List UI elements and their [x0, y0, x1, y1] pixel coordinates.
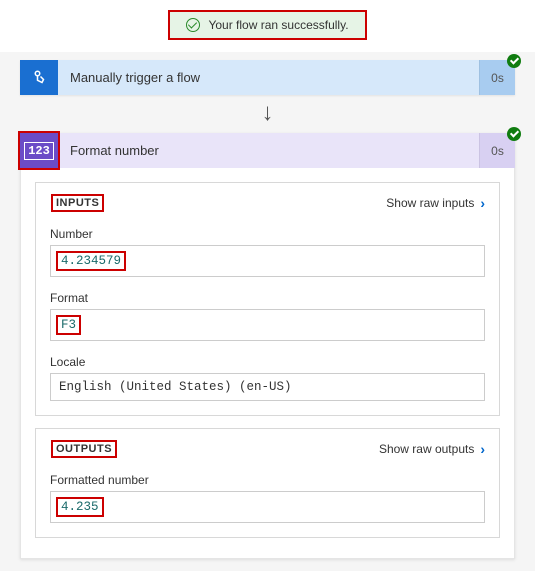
chevron-right-icon: ›: [480, 195, 485, 211]
outputs-label: OUTPUTS: [50, 439, 118, 459]
action-card: 123 Format number 0s INPUTS Show raw inp…: [20, 133, 515, 559]
action-body: INPUTS Show raw inputs › Number 4.234579…: [20, 168, 515, 559]
outputs-section: OUTPUTS Show raw outputs › Formatted num…: [35, 428, 500, 538]
success-indicator-icon: [507, 54, 521, 68]
trigger-title: Manually trigger a flow: [58, 60, 479, 95]
success-banner: Your flow ran successfully.: [168, 10, 366, 40]
field-locale: Locale English (United States) (en-US): [50, 355, 485, 401]
arrow-down-icon: ↓: [262, 99, 274, 127]
check-circle-icon: [186, 18, 200, 32]
banner-area: Your flow ran successfully.: [0, 0, 535, 52]
inputs-section: INPUTS Show raw inputs › Number 4.234579…: [35, 182, 500, 416]
success-indicator-icon: [507, 127, 521, 141]
trigger-card[interactable]: Manually trigger a flow 0s: [20, 60, 515, 95]
action-header[interactable]: 123 Format number 0s: [20, 133, 515, 168]
action-title: Format number: [58, 133, 479, 168]
inputs-label: INPUTS: [50, 193, 105, 213]
touch-icon: [20, 60, 58, 95]
number-icon: 123: [20, 133, 58, 168]
show-raw-outputs-link[interactable]: Show raw outputs ›: [379, 441, 485, 457]
flow-canvas: Manually trigger a flow 0s ↓ 123 Format …: [0, 52, 535, 571]
field-label-locale: Locale: [50, 355, 485, 369]
field-label-formatted: Formatted number: [50, 473, 485, 487]
field-value-format: F3: [50, 309, 485, 341]
connector-arrow: ↓: [20, 95, 515, 133]
field-value-formatted: 4.235: [50, 491, 485, 523]
field-formatted-number: Formatted number 4.235: [50, 473, 485, 523]
field-format: Format F3: [50, 291, 485, 341]
field-label-number: Number: [50, 227, 485, 241]
chevron-right-icon: ›: [480, 441, 485, 457]
field-number: Number 4.234579: [50, 227, 485, 277]
field-label-format: Format: [50, 291, 485, 305]
field-value-locale: English (United States) (en-US): [50, 373, 485, 401]
show-raw-inputs-link[interactable]: Show raw inputs ›: [386, 195, 485, 211]
success-message: Your flow ran successfully.: [208, 18, 348, 32]
field-value-number: 4.234579: [50, 245, 485, 277]
